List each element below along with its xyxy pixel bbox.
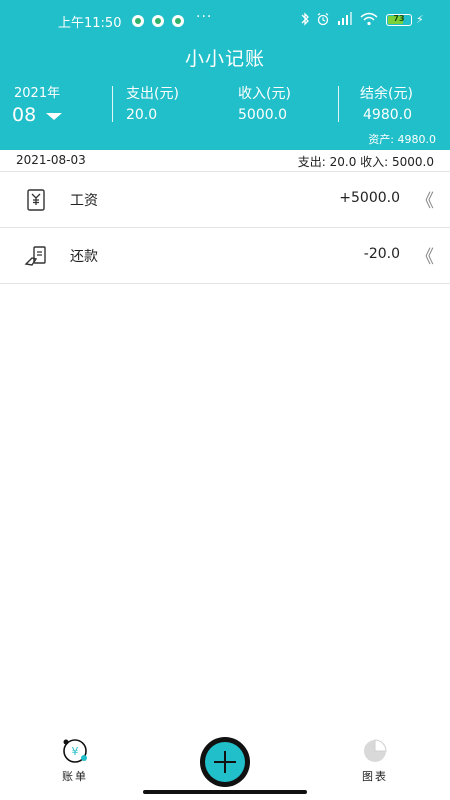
- status-time: 上午11:50: [58, 16, 122, 31]
- status-bar: 上午11:50 ··· 73 ⚡: [0, 8, 450, 34]
- expense-value: 20.0: [126, 107, 158, 123]
- entry-label: 工资: [70, 193, 98, 209]
- app-title: 小小记账: [184, 48, 265, 70]
- wifi-icon: [360, 12, 378, 29]
- bills-icon: ¥: [60, 736, 90, 766]
- expense-label: 支出(元): [126, 86, 179, 102]
- add-entry-button[interactable]: [200, 737, 250, 787]
- battery-icon: 73: [386, 14, 412, 26]
- income-value: 5000.0: [238, 107, 287, 123]
- income-label: 收入(元): [238, 86, 291, 102]
- entry-amount: +5000.0: [339, 190, 400, 206]
- entry-amount: -20.0: [363, 246, 400, 262]
- repayment-icon: [24, 244, 48, 268]
- day-header: 2021-08-03 支出: 20.0 收入: 5000.0: [0, 150, 450, 172]
- alarm-icon: [316, 12, 330, 29]
- header-divider: [112, 86, 113, 122]
- shield-icon: [132, 15, 144, 27]
- entry-label: 还款: [70, 249, 98, 265]
- salary-icon: [24, 188, 48, 212]
- list-item[interactable]: 工资 +5000.0 《: [0, 172, 450, 228]
- tab-charts[interactable]: 图表: [345, 736, 405, 784]
- year-label[interactable]: 2021年: [14, 82, 60, 101]
- battery-level-text: 73: [393, 14, 405, 23]
- shield-icon: [152, 15, 164, 27]
- list-item[interactable]: 还款 -20.0 《: [0, 228, 450, 284]
- chevron-double-left-icon[interactable]: 《: [416, 243, 434, 269]
- balance-label: 结余(元): [360, 86, 413, 102]
- header-divider: [338, 86, 339, 122]
- shield-icon: [172, 15, 184, 27]
- tab-bills-label: 账单: [62, 770, 88, 783]
- header: 上午11:50 ··· 73 ⚡ 小小记账 2021年 08 支出(元) 20.…: [0, 0, 450, 150]
- home-indicator: [143, 790, 307, 794]
- chevron-double-left-icon[interactable]: 《: [416, 187, 434, 213]
- more-notifications-icon: ···: [196, 9, 213, 25]
- pie-chart-icon: [360, 736, 390, 766]
- day-date: 2021-08-03: [16, 153, 86, 167]
- balance-value: 4980.0: [363, 107, 412, 123]
- tab-charts-label: 图表: [362, 770, 388, 783]
- tab-bills[interactable]: ¥ 账单: [45, 736, 105, 784]
- plus-icon[interactable]: [205, 742, 245, 782]
- signal-icon: [337, 12, 355, 29]
- bluetooth-icon: [300, 12, 310, 29]
- day-summary: 支出: 20.0 收入: 5000.0: [297, 155, 434, 169]
- svg-text:¥: ¥: [72, 745, 79, 758]
- assets-total: 资产: 4980.0: [368, 133, 436, 146]
- charging-icon: ⚡: [416, 13, 424, 26]
- month-selector[interactable]: 08: [12, 104, 36, 126]
- caret-down-icon[interactable]: [46, 113, 62, 120]
